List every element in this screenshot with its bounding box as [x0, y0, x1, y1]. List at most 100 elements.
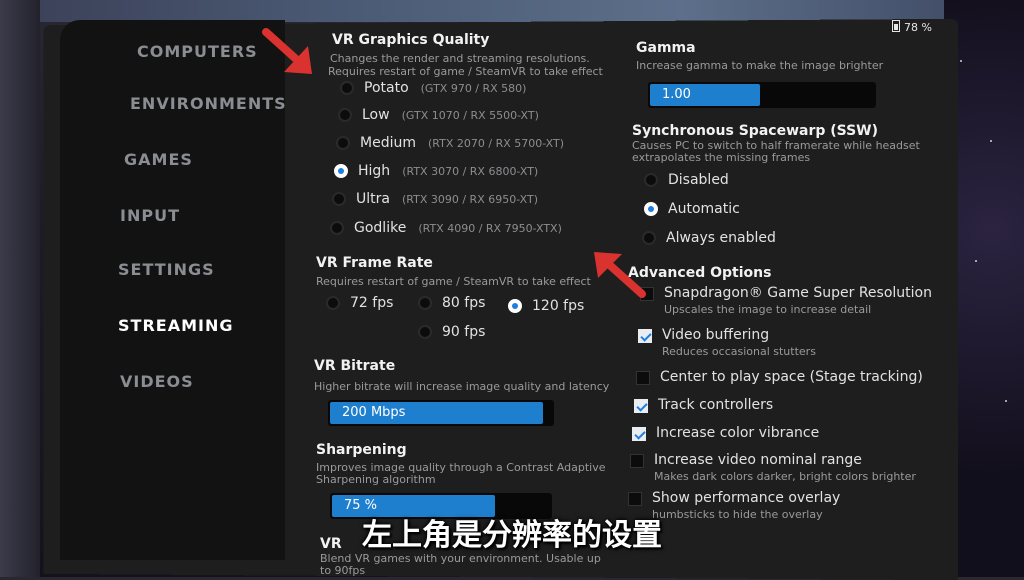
star	[990, 140, 992, 142]
checkbox-icon	[630, 454, 644, 468]
annotation-arrow-icon	[262, 28, 312, 74]
sidebar-item-videos[interactable]: VIDEOS	[120, 372, 194, 391]
radio-icon	[644, 173, 658, 187]
adv-option-color-vibrance[interactable]: Increase color vibrance	[632, 425, 819, 441]
quality-option-godlike[interactable]: Godlike (RTX 4090 / RX 7950-XTX)	[330, 220, 562, 236]
adv-option-label: Increase video nominal range	[654, 452, 862, 468]
quality-option-low[interactable]: Low (GTX 1070 / RX 5500-XT)	[338, 107, 539, 123]
quality-option-ultra[interactable]: Ultra (RTX 3090 / RX 6950-XT)	[332, 191, 538, 207]
background-left	[0, 0, 40, 577]
battery-indicator: 78 %	[892, 20, 932, 34]
ssw-option-automatic[interactable]: Automatic	[644, 201, 740, 217]
gamma-slider[interactable]: 1.00	[648, 82, 876, 108]
quality-option-medium[interactable]: Medium (RTX 2070 / RX 5700-XT)	[336, 135, 564, 151]
adv-option-label: Show performance overlay	[652, 490, 841, 506]
frame-rate-120[interactable]: 120 fps	[508, 298, 584, 314]
frame-rate-label: 90 fps	[442, 324, 486, 340]
adv-option-desc: Reduces occasional stutters	[662, 345, 816, 358]
radio-icon	[340, 81, 354, 95]
quality-option-label: Low	[362, 107, 390, 123]
graphics-quality-desc: Changes the render and streaming resolut…	[330, 52, 590, 65]
gamma-title: Gamma	[636, 40, 696, 56]
radio-selected-icon	[508, 299, 522, 313]
sidebar-item-input[interactable]: INPUT	[120, 206, 180, 225]
star	[1005, 400, 1007, 402]
quality-option-gpu: (RTX 3070 / RX 6800-XT)	[402, 164, 539, 178]
quality-option-gpu: (RTX 3090 / RX 6950-XT)	[401, 192, 538, 206]
radio-selected-icon	[644, 202, 658, 216]
star	[960, 60, 962, 62]
graphics-quality-desc-2: Requires restart of game / SteamVR to ta…	[328, 65, 603, 78]
radio-selected-icon	[334, 164, 348, 178]
checkbox-checked-icon	[632, 427, 646, 441]
radio-icon	[418, 325, 432, 339]
adv-option-desc: Makes dark colors darker, bright colors …	[654, 470, 916, 483]
ssw-title: Synchronous Spacewarp (SSW)	[632, 123, 879, 139]
quality-option-potato[interactable]: Potato (GTX 970 / RX 580)	[340, 80, 526, 96]
adv-option-stage-tracking[interactable]: Center to play space (Stage tracking)	[636, 369, 923, 385]
sidebar-item-streaming[interactable]: STREAMING	[118, 316, 233, 335]
frame-rate-label: 120 fps	[532, 298, 585, 314]
sidebar: COMPUTERS ENVIRONMENTS GAMES INPUT SETTI…	[60, 20, 287, 560]
frame-rate-label: 72 fps	[350, 295, 394, 311]
video-subtitle: 左上角是分辨率的设置	[362, 518, 662, 553]
bitrate-desc: Higher bitrate will increase image quali…	[314, 380, 610, 393]
star	[975, 260, 977, 262]
frame-rate-desc: Requires restart of game / SteamVR to ta…	[316, 275, 591, 288]
sidebar-item-settings[interactable]: SETTINGS	[118, 260, 215, 279]
ssw-option-label: Automatic	[668, 201, 740, 217]
adv-option-video-buffering[interactable]: Video buffering Reduces occasional stutt…	[638, 327, 816, 358]
ssw-option-always[interactable]: Always enabled	[642, 230, 776, 246]
checkbox-icon	[628, 492, 642, 506]
frame-rate-72[interactable]: 72 fps	[326, 295, 393, 311]
adv-option-label: Track controllers	[658, 397, 774, 413]
ssw-option-disabled[interactable]: Disabled	[644, 172, 729, 188]
adv-option-track-controllers[interactable]: Track controllers	[634, 397, 773, 413]
quality-option-label: High	[358, 163, 391, 179]
quality-option-gpu: (RTX 4090 / RX 7950-XTX)	[418, 221, 562, 235]
adv-option-gsr[interactable]: Snapdragon® Game Super Resolution Upscal…	[640, 285, 932, 316]
annotation-arrow-icon	[594, 252, 646, 298]
adv-option-label: Video buffering	[662, 327, 770, 343]
quality-option-label: Godlike	[354, 220, 407, 236]
frame-rate-label: 80 fps	[442, 295, 486, 311]
quality-option-label: Medium	[360, 135, 416, 151]
checkbox-checked-icon	[638, 329, 652, 343]
quality-option-label: Potato	[364, 80, 409, 96]
gamma-desc: Increase gamma to make the image brighte…	[636, 59, 884, 72]
radio-icon	[332, 192, 346, 206]
bitrate-value: 200 Mbps	[342, 405, 406, 420]
ssw-desc-2: extrapolates the missing frames	[632, 151, 811, 164]
advanced-options-title: Advanced Options	[628, 265, 772, 281]
battery-icon	[892, 20, 901, 32]
vr-blending-desc-2: to 90fps	[320, 564, 366, 577]
radio-icon	[418, 296, 432, 310]
bitrate-title: VR Bitrate	[314, 358, 396, 374]
checkbox-checked-icon	[634, 399, 648, 413]
sidebar-item-games[interactable]: GAMES	[124, 150, 193, 169]
checkbox-icon	[636, 371, 650, 385]
battery-level: 78 %	[904, 21, 932, 34]
quality-option-label: Ultra	[356, 191, 390, 207]
quality-option-high[interactable]: High (RTX 3070 / RX 6800-XT)	[334, 163, 538, 179]
radio-icon	[642, 231, 656, 245]
frame-rate-80[interactable]: 80 fps	[418, 295, 485, 311]
adv-option-label: Snapdragon® Game Super Resolution	[664, 285, 932, 301]
frame-rate-title: VR Frame Rate	[316, 255, 433, 271]
sidebar-item-computers[interactable]: COMPUTERS	[137, 42, 258, 61]
adv-option-nominal-range[interactable]: Increase video nominal range Makes dark …	[630, 452, 916, 483]
ssw-option-label: Always enabled	[666, 230, 776, 246]
sidebar-item-environments[interactable]: ENVIRONMENTS	[130, 94, 287, 113]
radio-icon	[338, 108, 352, 122]
ssw-option-label: Disabled	[668, 172, 729, 188]
frame-rate-90[interactable]: 90 fps	[418, 324, 485, 340]
quality-option-gpu: (RTX 2070 / RX 5700-XT)	[427, 136, 565, 150]
radio-icon	[330, 221, 344, 235]
radio-icon	[336, 136, 350, 150]
gamma-value: 1.00	[662, 87, 691, 102]
quality-option-gpu: (GTX 1070 / RX 5500-XT)	[401, 108, 539, 122]
sharpening-title: Sharpening	[316, 442, 407, 458]
sharpening-desc-2: Sharpening algorithm	[316, 473, 436, 486]
bitrate-slider[interactable]: 200 Mbps	[328, 400, 554, 426]
adv-option-label: Center to play space (Stage tracking)	[660, 369, 923, 385]
